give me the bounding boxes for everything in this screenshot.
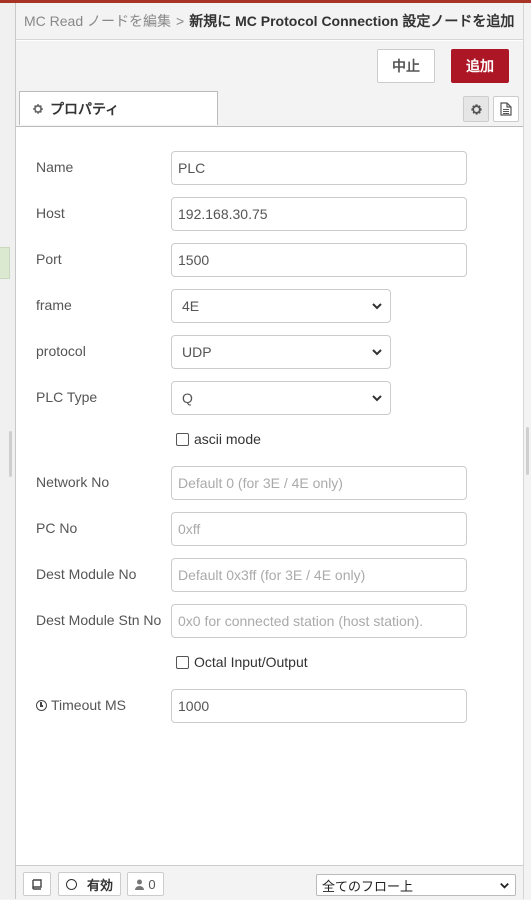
- chevron-down-icon: [372, 349, 382, 356]
- breadcrumb-separator: >: [176, 13, 185, 29]
- gear-icon: [470, 103, 482, 115]
- plc-type-row: PLC Type Q: [16, 381, 524, 415]
- tab-properties[interactable]: プロパティ: [19, 91, 218, 125]
- ascii-mode-checkbox[interactable]: ascii mode: [176, 429, 261, 449]
- frame-select-value: 4E: [182, 298, 200, 314]
- timeout-row: Timeout MS: [16, 689, 524, 723]
- plc-type-select-value: Q: [182, 390, 193, 406]
- protocol-label: protocol: [36, 343, 86, 359]
- node-help-button[interactable]: [23, 872, 51, 896]
- enable-toggle-button[interactable]: 有効: [58, 872, 121, 896]
- name-row: Name: [16, 151, 524, 185]
- dialog-footer: 有効 0 全てのフロー上: [16, 865, 524, 900]
- dest-module-no-input[interactable]: [171, 558, 467, 592]
- timeout-input[interactable]: [171, 689, 467, 723]
- port-label: Port: [36, 251, 62, 267]
- description-tab-button[interactable]: [493, 96, 519, 122]
- breadcrumb-parent[interactable]: MC Read ノードを編集: [24, 11, 171, 31]
- plc-type-label: PLC Type: [36, 389, 98, 405]
- user-count-button[interactable]: 0: [127, 872, 164, 896]
- edit-dialog: MC Read ノードを編集 > 新規に MC Protocol Connect…: [15, 3, 524, 900]
- scope-select[interactable]: 全てのフロー上: [316, 874, 516, 896]
- node-edge: [0, 247, 10, 279]
- octal-io-checkbox[interactable]: Octal Input/Output: [176, 652, 308, 672]
- host-row: Host: [16, 197, 524, 231]
- network-no-row: Network No: [16, 466, 524, 500]
- frame-label: frame: [36, 297, 72, 313]
- resize-handle-right[interactable]: [526, 427, 529, 475]
- dest-module-stn-no-row: Dest Module Stn No: [16, 604, 524, 638]
- pc-no-label: PC No: [36, 520, 78, 536]
- tab-bar: プロパティ: [16, 91, 524, 127]
- timeout-label-wrap: Timeout MS: [36, 697, 126, 713]
- host-input[interactable]: [171, 197, 467, 231]
- dialog-header: MC Read ノードを編集 > 新規に MC Protocol Connect…: [16, 3, 524, 40]
- dest-module-no-row: Dest Module No: [16, 558, 524, 592]
- pc-no-input[interactable]: [171, 512, 467, 546]
- host-label: Host: [36, 205, 65, 221]
- checkbox-box[interactable]: [176, 432, 189, 446]
- book-icon: [32, 878, 42, 890]
- chevron-down-icon: [500, 882, 509, 889]
- user-icon: [135, 879, 145, 890]
- tab-properties-label: プロパティ: [50, 100, 120, 117]
- network-no-input[interactable]: [171, 466, 467, 500]
- chevron-down-icon: [372, 395, 382, 402]
- dialog-toolbar: 中止 追加: [16, 41, 524, 93]
- document-icon: [500, 102, 512, 116]
- scope-select-value: 全てのフロー上: [322, 878, 414, 894]
- cancel-button[interactable]: 中止: [377, 49, 435, 83]
- resize-handle-left[interactable]: [9, 431, 12, 477]
- tab-icon-group: [463, 96, 519, 122]
- frame-row: frame 4E: [16, 289, 524, 323]
- timeout-label: Timeout MS: [51, 697, 126, 713]
- network-no-label: Network No: [36, 474, 110, 490]
- dest-module-stn-no-label: Dest Module Stn No: [36, 612, 162, 628]
- enabled-label: 有効: [86, 877, 113, 893]
- checkbox-box[interactable]: [176, 655, 189, 669]
- settings-tab-button[interactable]: [463, 96, 489, 122]
- plc-type-select[interactable]: Q: [171, 381, 391, 415]
- protocol-select[interactable]: UDP: [171, 335, 391, 369]
- protocol-row: protocol UDP: [16, 335, 524, 369]
- workspace-edge-right: [523, 3, 531, 899]
- port-input[interactable]: [171, 243, 467, 277]
- breadcrumb-current: 新規に MC Protocol Connection 設定ノードを追加: [189, 13, 515, 29]
- circle-icon: [65, 878, 77, 890]
- dest-module-no-label: Dest Module No: [36, 566, 137, 582]
- pc-no-row: PC No: [16, 512, 524, 546]
- octal-io-label: Octal Input/Output: [194, 654, 308, 670]
- ascii-mode-label: ascii mode: [194, 431, 261, 447]
- clock-icon: [36, 700, 47, 711]
- name-input[interactable]: [171, 151, 467, 185]
- name-label: Name: [36, 159, 74, 175]
- dest-module-stn-no-input[interactable]: [171, 604, 467, 638]
- gear-icon: [33, 103, 43, 114]
- add-button[interactable]: 追加: [451, 49, 509, 83]
- chevron-down-icon: [372, 303, 382, 310]
- workspace-edge: [0, 3, 16, 899]
- user-count: 0: [148, 876, 156, 892]
- port-row: Port: [16, 243, 524, 277]
- frame-select[interactable]: 4E: [171, 289, 391, 323]
- protocol-select-value: UDP: [182, 344, 212, 360]
